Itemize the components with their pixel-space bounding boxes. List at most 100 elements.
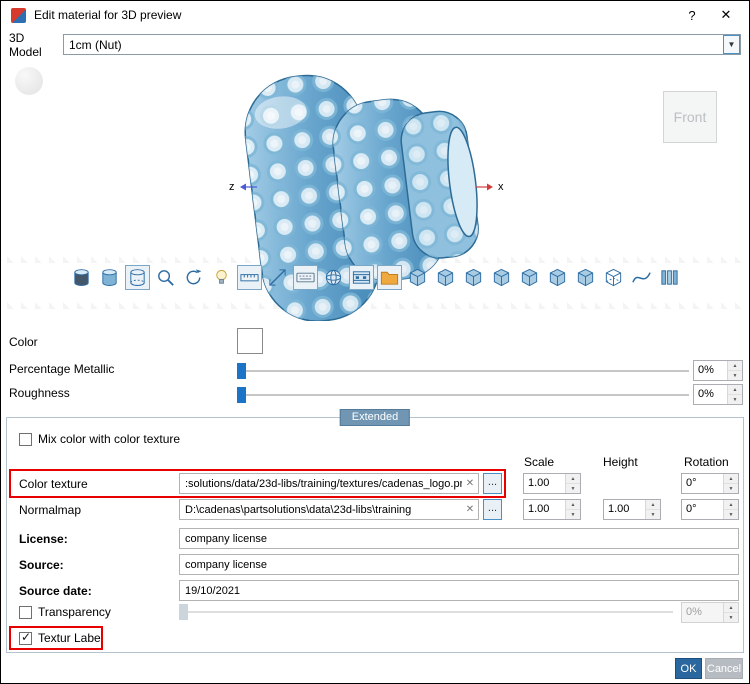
normalmap-height-value: 1.00 [608,503,630,515]
spin-down-icon[interactable]: ▼ [646,510,660,519]
source-label: Source: [19,558,64,572]
close-button[interactable]: ✕ [713,7,739,23]
normalmap-rotation-spinner[interactable]: 0° ▲ ▼ [681,499,739,520]
texture-icon[interactable] [377,265,402,290]
cylinder-wireframe-icon[interactable] [125,265,150,290]
color-texture-rotation-value: 0° [686,477,697,489]
view-front-icon[interactable] [461,265,486,290]
textur-label-text: Textur Label [38,631,104,645]
cancel-button[interactable]: Cancel [705,658,743,679]
view-bottom-icon[interactable] [545,265,570,290]
wireframe-view-icon[interactable] [601,265,626,290]
spin-up-icon[interactable]: ▲ [724,603,738,613]
orbit-sphere-icon[interactable] [15,67,43,95]
spin-up-icon[interactable]: ▲ [646,500,660,510]
spin-up-icon[interactable]: ▲ [724,474,738,484]
clear-icon[interactable]: ✕ [462,478,478,489]
metallic-slider[interactable] [237,363,689,379]
spin-down-icon[interactable]: ▼ [724,484,738,493]
slider-handle[interactable] [179,604,188,620]
view-toolbar [69,265,682,290]
column-scale: Scale [524,455,555,469]
textur-label-checkbox-row[interactable]: Textur Label [19,630,104,645]
spin-down-icon[interactable]: ▼ [724,510,738,519]
normalmap-browse-button[interactable]: ... [483,499,502,520]
color-swatch[interactable] [237,328,263,354]
transparency-checkbox-row[interactable]: Transparency [19,605,111,619]
slider-handle[interactable] [237,363,246,379]
roughness-spinner[interactable]: 0% ▲ ▼ [693,384,743,405]
cylinder-solid-icon[interactable] [69,265,94,290]
view-right-icon[interactable] [433,265,458,290]
color-label: Color [9,335,38,349]
rotate-view-icon[interactable] [181,265,206,290]
transparency-spinner[interactable]: 0% ▲ ▼ [681,602,739,623]
slider-groove [237,370,689,372]
mix-color-checkbox-row[interactable]: Mix color with color texture [19,432,180,446]
metallic-label: Percentage Metallic [9,362,115,376]
textur-label-checkbox[interactable] [19,630,32,645]
spin-down-icon[interactable]: ▼ [728,395,742,404]
metallic-spinner[interactable]: 0% ▲ ▼ [693,360,743,381]
view-iso-icon[interactable] [573,265,598,290]
exploded-view-icon[interactable] [657,265,682,290]
3d-viewport[interactable]: z x Front [7,61,745,323]
view-back-icon[interactable] [489,265,514,290]
column-height: Height [603,455,638,469]
normalmap-path: D:\cadenas\partsolutions\data\23d-libs\t… [185,503,412,516]
color-texture-browse-button[interactable]: ... [483,473,502,494]
front-view-button[interactable]: Front [663,91,717,143]
animation-icon[interactable] [349,265,374,290]
axis-z-label: z [229,181,235,193]
axis-x-arrow-icon [476,183,493,191]
source-date-input[interactable]: 19/10/2021 [179,580,739,601]
roughness-value: 0% [698,388,714,400]
transparency-checkbox[interactable] [19,605,32,619]
view-left-icon[interactable] [405,265,430,290]
spin-up-icon[interactable]: ▲ [566,500,580,510]
license-input[interactable]: company license [179,528,739,549]
color-texture-scale-spinner[interactable]: 1.00 ▲ ▼ [523,473,581,494]
spin-up-icon[interactable]: ▲ [724,500,738,510]
titlebar: Edit material for 3D preview ? ✕ [1,1,749,29]
spin-up-icon[interactable]: ▲ [728,385,742,395]
ok-button[interactable]: OK [675,658,702,679]
clear-icon[interactable]: ✕ [462,504,478,515]
mix-color-checkbox[interactable] [19,432,32,446]
tab-extended[interactable]: Extended [339,409,411,426]
spin-down-icon[interactable]: ▼ [728,371,742,380]
roughness-label: Roughness [9,386,70,400]
spin-up-icon[interactable]: ▲ [566,474,580,484]
axis-z: z [229,181,258,193]
spin-down-icon[interactable]: ▼ [566,510,580,519]
view-top-icon[interactable] [517,265,542,290]
color-texture-input[interactable]: :solutions/data/23d-libs/training/textur… [179,473,479,494]
normalmap-scale-spinner[interactable]: 1.00 ▲ ▼ [523,499,581,520]
keyboard-icon[interactable] [293,265,318,290]
normalmap-height-spinner[interactable]: 1.00 ▲ ▼ [603,499,661,520]
edit-material-dialog: Edit material for 3D preview ? ✕ 3D Mode… [0,0,750,684]
roughness-slider[interactable] [237,387,689,403]
clipping-icon[interactable] [237,265,262,290]
zoom-icon[interactable] [153,265,178,290]
spin-down-icon[interactable]: ▼ [566,484,580,493]
spin-down-icon[interactable]: ▼ [724,613,738,622]
light-icon[interactable] [209,265,234,290]
cylinder-shaded-icon[interactable] [97,265,122,290]
curve-icon[interactable] [629,265,654,290]
spin-up-icon[interactable]: ▲ [728,361,742,371]
source-input[interactable]: company license [179,554,739,575]
model-select[interactable]: 1cm (Nut) ▼ [63,34,741,55]
color-texture-rotation-spinner[interactable]: 0° ▲ ▼ [681,473,739,494]
app-logo-icon [11,7,26,23]
mesh-icon[interactable] [321,265,346,290]
normalmap-input[interactable]: D:\cadenas\partsolutions\data\23d-libs\t… [179,499,479,520]
source-date-value: 19/10/2021 [185,584,241,597]
dropdown-arrow-icon[interactable]: ▼ [723,35,740,54]
help-button[interactable]: ? [679,8,705,23]
measurement-icon[interactable] [265,265,290,290]
axis-z-arrow-icon [239,183,257,191]
slider-handle[interactable] [237,387,246,403]
normalmap-rotation-value: 0° [686,503,697,515]
transparency-slider[interactable] [179,604,673,620]
